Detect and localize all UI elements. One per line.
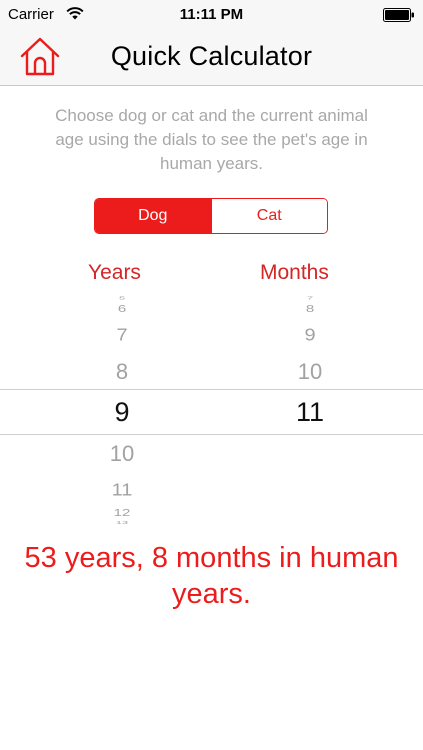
picker-row: 9 — [304, 325, 316, 345]
instructions-text: Choose dog or cat and the current animal… — [55, 106, 368, 173]
battery-icon — [383, 8, 414, 22]
years-label: Years — [88, 261, 141, 284]
navigation-bar: Quick Calculator — [0, 30, 423, 86]
years-picker-column[interactable]: 5 6 7 8 9 10 11 12 13 — [62, 292, 182, 528]
age-picker: 5 6 7 8 9 10 11 12 13 7 8 9 10 11 — [0, 292, 423, 528]
picker-row: 10 — [297, 359, 323, 384]
status-bar: Carrier 11:11 PM — [0, 0, 423, 30]
segment-dog[interactable]: Dog — [95, 199, 211, 233]
picker-row: 10 — [109, 441, 135, 466]
picker-row: 12 — [113, 506, 131, 519]
picker-row: 13 — [115, 520, 129, 526]
pet-type-segmented-control: Dog Cat — [94, 198, 328, 234]
status-clock: 11:11 PM — [179, 6, 244, 23]
picker-row: 11 — [111, 480, 133, 500]
years-selected-value: 9 — [114, 397, 130, 427]
picker-row: 8 — [115, 359, 129, 384]
picker-row: 7 — [306, 295, 314, 301]
picker-row: 8 — [305, 302, 315, 315]
picker-row: 7 — [116, 325, 128, 345]
months-picker-column[interactable]: 7 8 9 10 11 — [250, 292, 370, 528]
picker-row: 6 — [117, 302, 127, 315]
months-selected-value: 11 — [295, 397, 325, 427]
human-age-result: 53 years, 8 months in human years. — [24, 542, 399, 610]
segment-cat[interactable]: Cat — [210, 199, 327, 233]
months-label: Months — [260, 261, 329, 284]
picker-row: 5 — [118, 295, 126, 301]
page-title: Quick Calculator — [110, 41, 313, 71]
